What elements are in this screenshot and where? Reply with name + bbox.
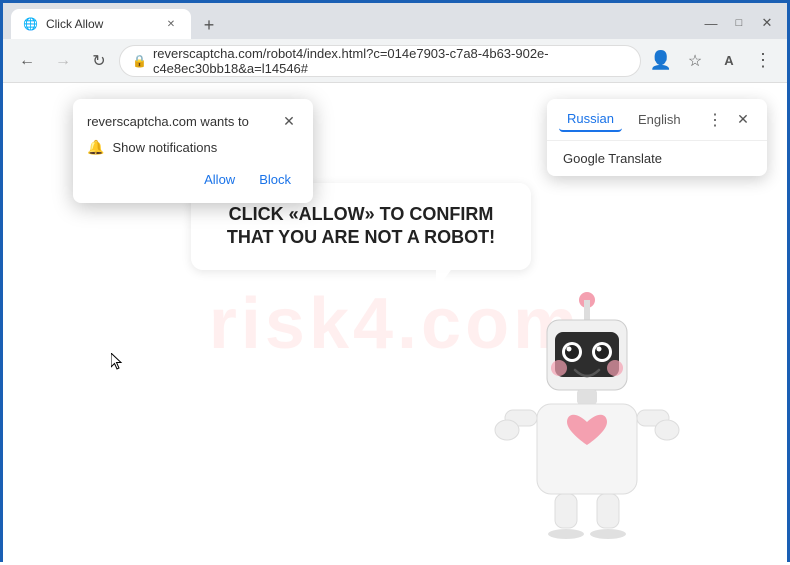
popup-close-button[interactable]: ✕ <box>279 111 299 131</box>
robot-image <box>487 270 707 555</box>
page-content: risk4.com reverscaptcha.com wants to ✕ 🔔… <box>3 83 787 565</box>
reload-button[interactable]: ↻ <box>83 45 115 77</box>
notification-popup: reverscaptcha.com wants to ✕ 🔔 Show noti… <box>73 99 313 203</box>
translation-close-button[interactable]: ✕ <box>731 108 755 132</box>
tab-close-button[interactable]: ✕ <box>163 16 179 32</box>
close-window-button[interactable]: ✕ <box>755 11 779 35</box>
account-button[interactable]: 👤 <box>645 45 677 77</box>
translation-header: Russian English ⋮ ✕ <box>547 99 767 141</box>
allow-button[interactable]: Allow <box>196 168 243 191</box>
active-tab[interactable]: 🌐 Click Allow ✕ <box>11 9 191 39</box>
back-button[interactable]: ← <box>11 45 43 77</box>
translate-icon[interactable]: A <box>713 45 745 77</box>
tab-title: Click Allow <box>46 17 103 31</box>
translation-menu-dots[interactable]: ⋮ <box>707 110 723 130</box>
english-lang-button[interactable]: English <box>630 108 689 131</box>
bookmark-button[interactable]: ☆ <box>679 45 711 77</box>
block-button[interactable]: Block <box>251 168 299 191</box>
address-text: reverscaptcha.com/robot4/index.html?c=01… <box>153 46 628 76</box>
russian-lang-button[interactable]: Russian <box>559 107 622 132</box>
speech-bubble-text: CLICK «ALLOW» TO CONFIRM THAT YOU ARE NO… <box>221 203 501 250</box>
browser-toolbar: ← → ↻ 🔒 reverscaptcha.com/robot4/index.h… <box>3 39 787 83</box>
new-tab-button[interactable]: + <box>195 11 223 39</box>
menu-button[interactable]: ⋮ <box>747 45 779 77</box>
forward-button[interactable]: → <box>47 45 79 77</box>
toolbar-actions: 👤 ☆ A ⋮ <box>645 45 779 77</box>
minimize-button[interactable]: — <box>699 11 723 35</box>
mouse-cursor <box>111 353 123 371</box>
maximize-button[interactable]: □ <box>727 11 751 35</box>
popup-buttons: Allow Block <box>87 168 299 191</box>
popup-title: reverscaptcha.com wants to <box>87 114 249 129</box>
google-translate-option[interactable]: Google Translate <box>547 141 767 176</box>
address-bar[interactable]: 🔒 reverscaptcha.com/robot4/index.html?c=… <box>119 45 641 77</box>
tab-bar: 🌐 Click Allow ✕ + — □ ✕ <box>3 3 787 39</box>
lock-icon: 🔒 <box>132 54 147 68</box>
bell-icon: 🔔 <box>87 139 104 156</box>
tab-favicon: 🌐 <box>23 17 38 31</box>
popup-header: reverscaptcha.com wants to ✕ <box>87 111 299 131</box>
notification-row: 🔔 Show notifications <box>87 139 299 156</box>
notification-label: Show notifications <box>112 140 217 155</box>
translation-popup: Russian English ⋮ ✕ Google Translate <box>547 99 767 176</box>
